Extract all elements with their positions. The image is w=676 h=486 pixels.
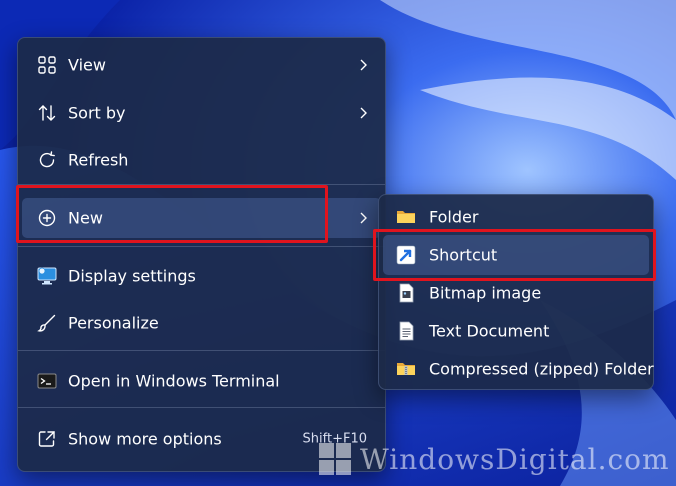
menu-separator xyxy=(18,407,385,408)
submenu-item-shortcut[interactable]: Shortcut xyxy=(383,235,649,275)
menu-item-new-label: New xyxy=(68,208,103,228)
menu-item-personalize-label: Personalize xyxy=(68,313,159,333)
more-options-icon xyxy=(36,428,58,450)
menu-separator xyxy=(18,246,385,247)
watermark-text: WindowsDigital.com xyxy=(360,442,670,476)
menu-item-display-settings-label: Display settings xyxy=(68,266,196,286)
watermark: WindowsDigital.com xyxy=(318,442,670,476)
brush-icon xyxy=(36,312,58,334)
chevron-right-icon xyxy=(360,212,367,224)
menu-item-open-terminal[interactable]: Open in Windows Terminal xyxy=(22,361,381,401)
submenu-item-folder-label: Folder xyxy=(429,207,479,227)
desktop-context-menu: View Sort by Refresh New Display setting… xyxy=(17,37,386,472)
text-document-icon xyxy=(395,320,417,342)
submenu-item-shortcut-label: Shortcut xyxy=(429,245,498,265)
chevron-right-icon xyxy=(360,107,367,119)
menu-item-sort-by[interactable]: Sort by xyxy=(22,93,381,133)
menu-separator xyxy=(18,184,385,185)
menu-item-view[interactable]: View xyxy=(22,45,381,85)
terminal-icon xyxy=(36,370,58,392)
plus-circle-icon xyxy=(36,207,58,229)
menu-item-sort-by-label: Sort by xyxy=(68,103,126,123)
new-submenu: Folder Shortcut Bitmap image Text Docume… xyxy=(378,194,654,390)
menu-item-show-more-options-label: Show more options xyxy=(68,429,222,449)
menu-item-refresh-label: Refresh xyxy=(68,150,129,170)
menu-item-view-label: View xyxy=(68,55,106,75)
refresh-icon xyxy=(36,149,58,171)
zip-folder-icon xyxy=(395,358,417,380)
sort-icon xyxy=(36,102,58,124)
submenu-item-text-document-label: Text Document xyxy=(429,321,550,341)
grid-icon xyxy=(36,54,58,76)
chevron-right-icon xyxy=(360,59,367,71)
submenu-item-compressed-folder[interactable]: Compressed (zipped) Folder xyxy=(383,349,654,389)
submenu-item-folder[interactable]: Folder xyxy=(383,197,649,237)
shortcut-icon xyxy=(395,244,417,266)
menu-item-open-terminal-label: Open in Windows Terminal xyxy=(68,371,280,391)
display-icon xyxy=(36,265,58,287)
folder-icon xyxy=(395,206,417,228)
submenu-item-compressed-folder-label: Compressed (zipped) Folder xyxy=(429,359,654,379)
menu-item-refresh[interactable]: Refresh xyxy=(22,140,381,180)
bitmap-icon xyxy=(395,282,417,304)
submenu-item-text-document[interactable]: Text Document xyxy=(383,311,649,351)
menu-item-display-settings[interactable]: Display settings xyxy=(22,256,381,296)
menu-item-personalize[interactable]: Personalize xyxy=(22,303,381,343)
windows-logo-icon xyxy=(319,443,351,475)
submenu-item-bitmap-image-label: Bitmap image xyxy=(429,283,542,303)
menu-item-new[interactable]: New xyxy=(22,198,381,238)
menu-separator xyxy=(18,350,385,351)
submenu-item-bitmap-image[interactable]: Bitmap image xyxy=(383,273,649,313)
